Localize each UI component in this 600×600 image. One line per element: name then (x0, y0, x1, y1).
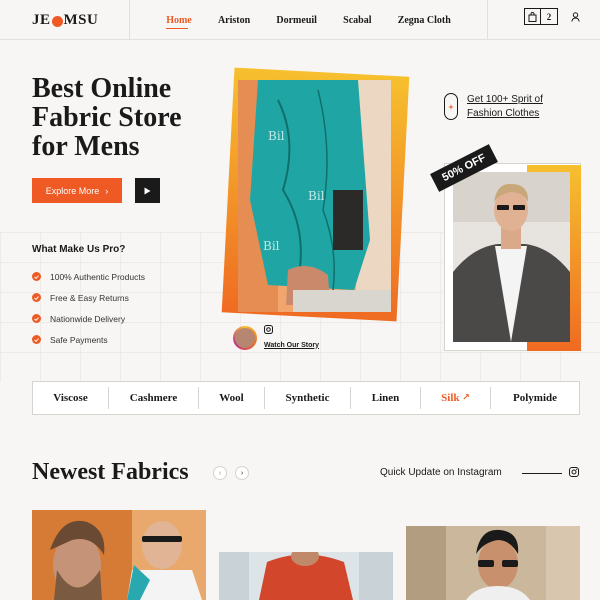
hero-shirt-image: Bil Bil Bil (238, 80, 391, 312)
nav-home[interactable]: Home (166, 15, 192, 29)
header-actions: 2 (524, 8, 582, 25)
user-icon (570, 11, 580, 22)
check-badge-icon (32, 314, 41, 323)
fabric-wool[interactable]: Wool (199, 387, 265, 409)
get-more-link[interactable]: Get 100+ Sprit of Fashion Clothes (467, 93, 567, 121)
nav-dormeuil[interactable]: Dormeuil (276, 15, 317, 26)
chevron-right-icon: › (240, 469, 244, 477)
product-card-image[interactable] (406, 526, 580, 600)
account-button[interactable] (568, 8, 582, 25)
bag-icon (528, 11, 537, 22)
nav-ariston[interactable]: Ariston (218, 15, 250, 26)
bag-count-badge[interactable]: 2 (541, 8, 558, 25)
check-badge-icon (32, 335, 41, 344)
logo-mark-icon (51, 15, 63, 27)
pro-item-label: 100% Authentic Products (50, 271, 145, 282)
watch-story[interactable]: Watch Our Story (233, 325, 319, 350)
divider-line (522, 473, 562, 474)
site-header: JE MSU Home Ariston Dormeuil Scabal Zegna… (0, 0, 600, 40)
pro-item-label: Safe Payments (50, 334, 108, 345)
chevron-left-icon: ‹ (218, 469, 222, 477)
chevron-right-icon: › (105, 185, 109, 196)
nav-zegna-cloth[interactable]: Zegna Cloth (398, 15, 451, 26)
product-card-image[interactable] (32, 510, 206, 600)
fabric-category-bar: Viscose Cashmere Wool Synthetic Linen Si… (32, 381, 580, 415)
play-button[interactable] (135, 178, 160, 203)
story-avatar[interactable] (233, 326, 257, 350)
quick-update-label: Quick Update on Instagram (380, 467, 502, 478)
instagram-icon[interactable] (569, 467, 579, 477)
list-item: Nationwide Delivery (32, 308, 145, 329)
instagram-icon (264, 325, 273, 334)
promo-pill[interactable] (444, 93, 458, 120)
bag-button[interactable] (524, 8, 541, 25)
explore-more-label: Explore More (45, 185, 100, 196)
list-item: Safe Payments (32, 329, 145, 350)
play-icon (144, 187, 151, 194)
hero-title-line-1: Best Online (32, 73, 172, 104)
brand-logo[interactable]: JE MSU (0, 0, 130, 40)
model-image (453, 172, 570, 342)
sparkle-icon (448, 103, 454, 110)
fabric-silk-label: Silk (441, 392, 460, 404)
svg-text:Bil: Bil (268, 129, 285, 143)
fabric-cashmere[interactable]: Cashmere (109, 387, 199, 409)
fabric-silk[interactable]: Silk ↗ (421, 387, 491, 409)
hero-title-line-2: Fabric Store (32, 102, 182, 133)
arrow-up-right-icon: ↗ (462, 393, 470, 403)
svg-text:Bil: Bil (263, 239, 280, 253)
fabric-synthetic[interactable]: Synthetic (265, 387, 351, 409)
hero-title: Best Online Fabric Store for Mens (32, 74, 232, 161)
hero-title-line-3: for Mens (32, 131, 140, 162)
fabric-viscose[interactable]: Viscose (33, 387, 109, 409)
nav-scabal[interactable]: Scabal (343, 15, 371, 26)
watch-story-link[interactable]: Watch Our Story (264, 342, 319, 349)
pro-item-label: Nationwide Delivery (50, 313, 126, 324)
product-card-image[interactable] (219, 552, 393, 600)
pro-item-label: Free & Easy Returns (50, 292, 129, 303)
get-more-line-2: Fashion Clothes (467, 108, 540, 119)
check-badge-icon (32, 293, 41, 302)
check-badge-icon (32, 272, 41, 281)
logo-text-left: JE (32, 11, 51, 28)
pro-heading: What Make Us Pro? (32, 244, 126, 255)
explore-more-button[interactable]: Explore More › (32, 178, 122, 203)
main-nav: Home Ariston Dormeuil Scabal Zegna Cloth (130, 0, 488, 40)
pro-list: 100% Authentic Products Free & Easy Retu… (32, 266, 145, 350)
list-item: Free & Easy Returns (32, 287, 145, 308)
fabric-polymide[interactable]: Polymide (491, 387, 579, 409)
newest-fabrics-title: Newest Fabrics (32, 459, 189, 485)
list-item: 100% Authentic Products (32, 266, 145, 287)
logo-text-right: MSU (63, 11, 99, 28)
prev-button[interactable]: ‹ (213, 466, 227, 480)
get-more-line-1: Get 100+ Sprit of (467, 94, 543, 105)
next-button[interactable]: › (235, 466, 249, 480)
svg-text:Bil: Bil (308, 189, 325, 203)
fabric-linen[interactable]: Linen (351, 387, 421, 409)
